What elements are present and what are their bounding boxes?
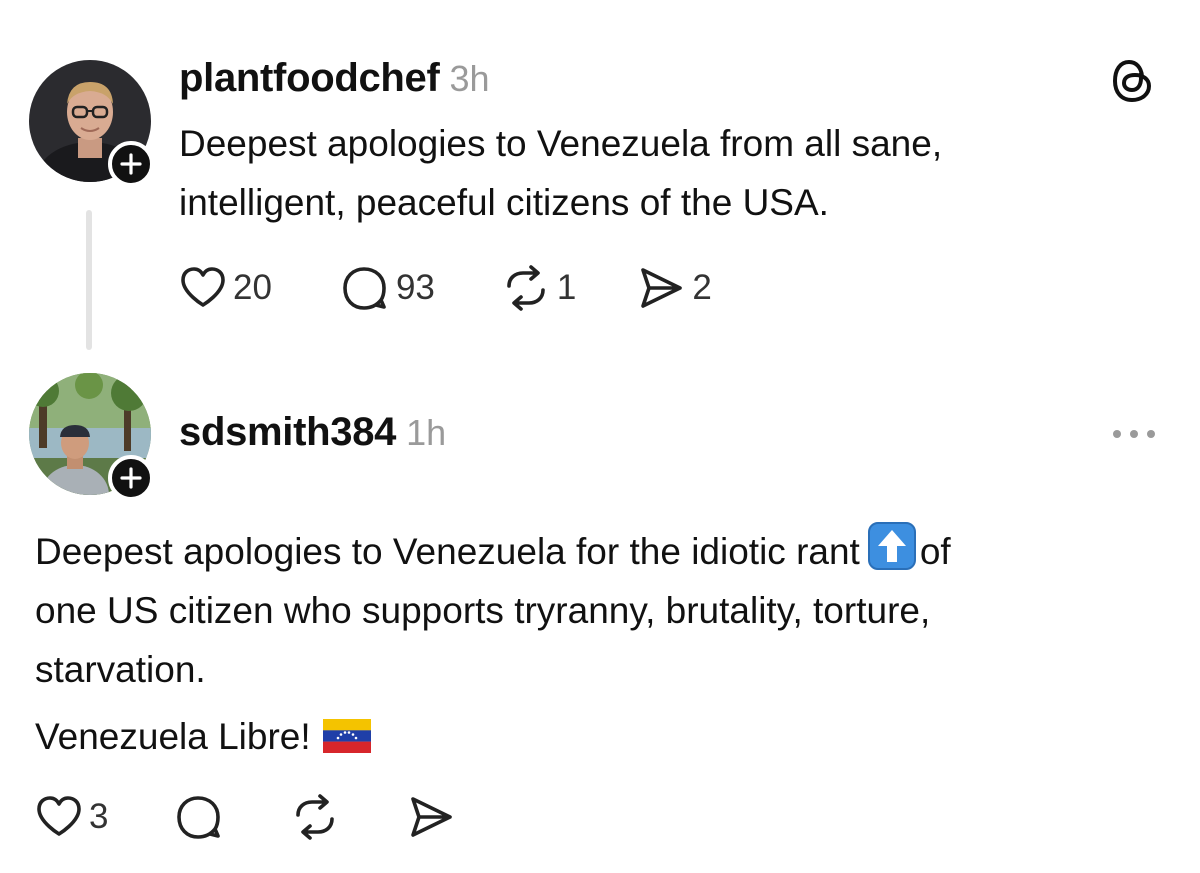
timestamp: 1h xyxy=(406,412,447,453)
post-text-line: intelligent, peaceful citizens of the US… xyxy=(179,182,829,223)
post-body: Deepest apologies to Venezuela from all … xyxy=(179,114,1159,232)
post-text-segment: Deepest apologies to Venezuela for the i… xyxy=(35,531,860,572)
post-header: plantfoodchef 3h xyxy=(179,56,490,101)
venezuela-flag-emoji xyxy=(322,719,371,753)
repost-count: 1 xyxy=(556,268,577,307)
post-text-line: Deepest apologies to Venezuela for the i… xyxy=(35,522,1175,581)
threads-logo-icon[interactable] xyxy=(1111,56,1155,111)
post-text-line: Venezuela Libre! xyxy=(35,707,1175,766)
up-arrow-emoji xyxy=(867,522,916,570)
like-count: 20 xyxy=(233,268,272,307)
post-text-segment: of xyxy=(919,531,951,572)
repost-button[interactable] xyxy=(290,793,340,841)
send-icon xyxy=(411,797,453,837)
post-body: Deepest apologies to Venezuela for the i… xyxy=(35,522,1175,766)
timestamp: 3h xyxy=(449,58,490,99)
heart-icon xyxy=(37,796,81,836)
reply-count: 93 xyxy=(395,268,435,307)
heart-icon xyxy=(181,267,225,307)
share-button[interactable] xyxy=(406,794,456,840)
username[interactable]: sdsmith384 xyxy=(179,410,396,454)
like-button[interactable]: 20 xyxy=(179,265,272,311)
follow-button[interactable] xyxy=(108,141,154,187)
reply-button[interactable]: 93 xyxy=(340,264,435,312)
follow-button[interactable] xyxy=(108,455,154,501)
username[interactable]: plantfoodchef xyxy=(179,56,440,100)
repost-button[interactable]: 1 xyxy=(501,264,576,312)
comment-bubble-icon xyxy=(177,796,221,839)
thread-connector-line xyxy=(86,210,92,350)
post-text-line: Deepest apologies to Venezuela from all … xyxy=(179,123,943,164)
like-count: 3 xyxy=(89,797,109,836)
more-options-icon[interactable] xyxy=(1111,425,1157,448)
post-actions: 3 xyxy=(35,793,456,841)
repost-icon xyxy=(296,794,335,840)
repost-icon xyxy=(507,265,545,311)
plus-icon xyxy=(120,467,142,489)
post-text-line: one US citizen who supports tryranny, br… xyxy=(35,590,931,631)
plus-icon xyxy=(120,153,142,175)
post-text-segment: Venezuela Libre! xyxy=(35,716,311,757)
post-text-line: starvation. xyxy=(35,649,206,690)
send-icon xyxy=(641,268,683,308)
share-button[interactable]: 2 xyxy=(636,265,712,311)
reply-button[interactable] xyxy=(174,793,224,841)
comment-bubble-icon xyxy=(343,267,386,310)
post-header: sdsmith384 1h xyxy=(179,410,446,455)
share-count: 2 xyxy=(692,268,712,307)
like-button[interactable]: 3 xyxy=(35,794,108,840)
post-actions: 20 93 1 2 xyxy=(179,264,712,312)
